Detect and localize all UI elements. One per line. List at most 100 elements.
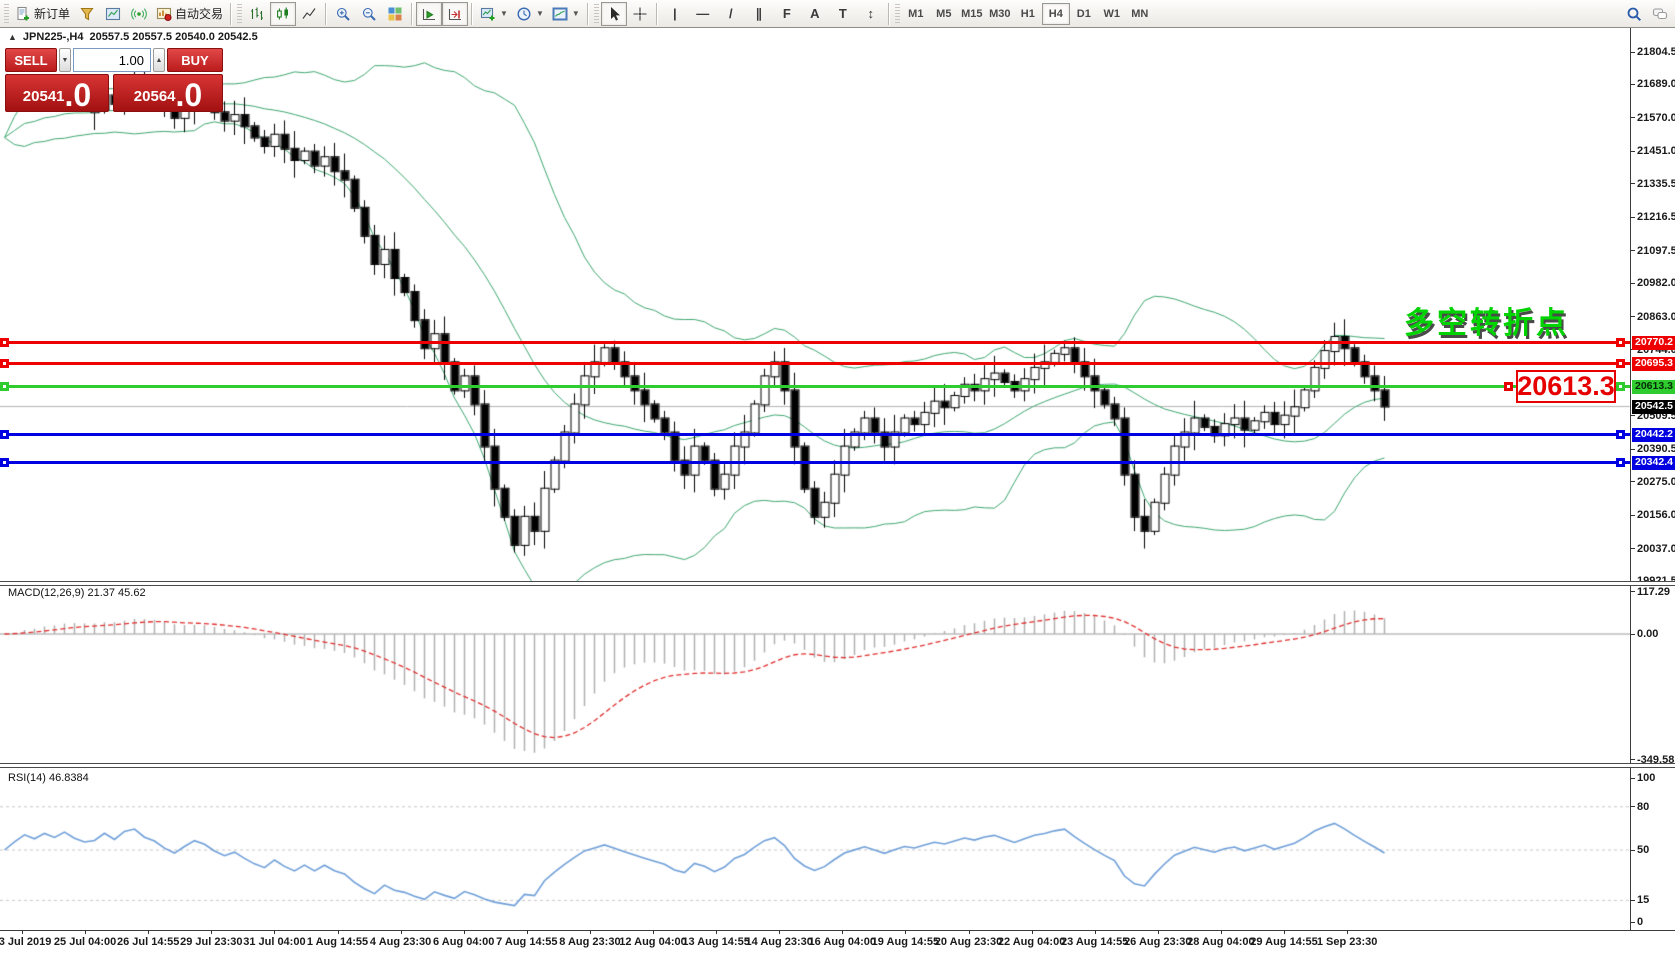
resistance-line-20695-right-handle[interactable]: [1616, 359, 1625, 368]
price-axis-label: 21570.0: [1637, 112, 1675, 124]
periods-dropdown[interactable]: ▼: [512, 2, 548, 26]
resistance-line-20695-left-handle[interactable]: [0, 359, 9, 368]
price-axis-tick: [1630, 415, 1635, 416]
resistance-line-20770-left-handle[interactable]: [0, 338, 9, 347]
tile-windows-button[interactable]: [382, 2, 408, 26]
auto-trading-label: 自动交易: [175, 5, 223, 22]
sell-button[interactable]: SELL: [5, 48, 57, 72]
candlestick-mode-button[interactable]: [270, 2, 296, 26]
equidistant-channel-tool[interactable]: ∥: [745, 2, 773, 26]
time-axis-tick: [969, 930, 970, 934]
time-axis-tick: [590, 930, 591, 934]
arrows-tool[interactable]: ↕: [857, 2, 885, 26]
bid-price-display[interactable]: 20541 .0: [5, 74, 109, 112]
timeframe-m1[interactable]: M1: [902, 3, 930, 25]
volume-input[interactable]: [73, 48, 151, 72]
pivot-line-20613[interactable]: [0, 385, 1630, 388]
time-axis-label: 6 Aug 04:00: [433, 936, 494, 948]
buy-button[interactable]: BUY: [167, 48, 223, 72]
rsi-axis-tick: [1630, 778, 1635, 779]
time-axis-tick: [842, 930, 843, 934]
pivot-price-callout[interactable]: 20613.3: [1516, 370, 1616, 403]
time-axis-label: 20 Aug 23:30: [935, 936, 1002, 948]
time-axis-tick: [274, 930, 275, 934]
price-axis-tick: [1630, 449, 1635, 450]
horizontal-line-tool[interactable]: —: [689, 2, 717, 26]
pivot-line-20613-left-handle[interactable]: [0, 382, 9, 391]
timeframe-d1[interactable]: D1: [1070, 3, 1098, 25]
pivot-line-20613-right-handle[interactable]: [1616, 382, 1625, 391]
time-axis-tick: [1221, 930, 1222, 934]
rsi-axis-label: 15: [1637, 894, 1649, 906]
rsi-panel-divider[interactable]: [0, 763, 1675, 768]
resistance-line-20770[interactable]: [0, 341, 1630, 344]
price-axis-tick: [1630, 316, 1635, 317]
funnel-icon[interactable]: [74, 2, 100, 26]
chart-window-icon[interactable]: [100, 2, 126, 26]
volume-decrease-button[interactable]: ▼: [59, 48, 71, 72]
new-order-button[interactable]: 新订单: [11, 2, 74, 26]
bar-chart-mode-button[interactable]: [244, 2, 270, 26]
auto-scroll-button[interactable]: [416, 2, 442, 26]
search-icon[interactable]: [1621, 2, 1647, 26]
price-axis-label: 21451.0: [1637, 145, 1675, 157]
timeframe-mn[interactable]: MN: [1126, 3, 1154, 25]
ask-price-display[interactable]: 20564 .0: [113, 74, 223, 112]
price-axis-tick: [1630, 217, 1635, 218]
resistance-line-20695[interactable]: [0, 362, 1630, 365]
templates-dropdown[interactable]: ▼: [548, 2, 584, 26]
timeframe-w1[interactable]: W1: [1098, 3, 1126, 25]
support-line-20442[interactable]: [0, 433, 1630, 436]
line-chart-mode-button[interactable]: [296, 2, 322, 26]
timeframe-m15[interactable]: M15: [958, 3, 986, 25]
timeframe-h1[interactable]: H1: [1014, 3, 1042, 25]
time-axis-label: 25 Jul 04:00: [54, 936, 116, 948]
new-chart-dropdown[interactable]: ▼: [476, 2, 512, 26]
support-line-20442-left-handle[interactable]: [0, 430, 9, 439]
fibonacci-tool[interactable]: F: [773, 2, 801, 26]
zoom-out-button[interactable]: [356, 2, 382, 26]
vertical-line-tool[interactable]: |: [661, 2, 689, 26]
text-label-tool[interactable]: T: [829, 2, 857, 26]
chat-icon[interactable]: [1647, 2, 1673, 26]
toolbar-grip[interactable]: [4, 4, 9, 24]
time-axis-label: 7 Aug 14:55: [496, 936, 557, 948]
timeframe-group: M1M5M15M30H1H4D1W1MN: [902, 3, 1154, 25]
symbol-ohlc-values: 20557.5 20557.5 20540.0 20542.5: [89, 31, 257, 43]
time-axis-label: 12 Aug 04:00: [619, 936, 686, 948]
signal-icon[interactable]: [126, 2, 152, 26]
time-axis-tick: [716, 930, 717, 934]
resistance-line-20770-right-handle[interactable]: [1616, 338, 1625, 347]
timeframe-m30[interactable]: M30: [986, 3, 1014, 25]
time-axis-tick: [1158, 930, 1159, 934]
pivot-callout-anchor-handle[interactable]: [1504, 382, 1513, 391]
trendline-tool[interactable]: /: [717, 2, 745, 26]
cursor-tool[interactable]: [601, 2, 627, 26]
price-axis-label: 21097.5: [1637, 245, 1675, 257]
turning-point-annotation[interactable]: 多空转折点: [1404, 298, 1569, 342]
chart-shift-button[interactable]: [442, 2, 468, 26]
macd-axis-tick: [1630, 759, 1635, 760]
crosshair-tool[interactable]: [627, 2, 653, 26]
time-axis-tick: [1095, 930, 1096, 934]
support-line-20342-left-handle[interactable]: [0, 458, 9, 467]
price-axis-tick: [1630, 548, 1635, 549]
collapse-panel-icon[interactable]: ▲: [8, 32, 17, 42]
timeframe-m5[interactable]: M5: [930, 3, 958, 25]
price-axis-label: 20275.0: [1637, 476, 1675, 488]
rsi-axis-tick: [1630, 850, 1635, 851]
macd-panel-divider[interactable]: [0, 581, 1675, 586]
price-axis-tick: [1630, 52, 1635, 53]
time-axis-label: 29 Aug 14:55: [1250, 936, 1317, 948]
price-axis-tick: [1630, 183, 1635, 184]
time-axis-label: 22 Aug 04:00: [998, 936, 1065, 948]
support-line-20342-right-handle[interactable]: [1616, 458, 1625, 467]
zoom-in-button[interactable]: [330, 2, 356, 26]
support-line-20442-right-handle[interactable]: [1616, 430, 1625, 439]
auto-trading-button[interactable]: 自动交易: [152, 2, 227, 26]
timeframe-h4[interactable]: H4: [1042, 3, 1070, 25]
text-tool[interactable]: A: [801, 2, 829, 26]
price-chart-canvas[interactable]: [0, 0, 1675, 953]
support-line-20342[interactable]: [0, 461, 1630, 464]
volume-increase-button[interactable]: ▲: [153, 48, 165, 72]
